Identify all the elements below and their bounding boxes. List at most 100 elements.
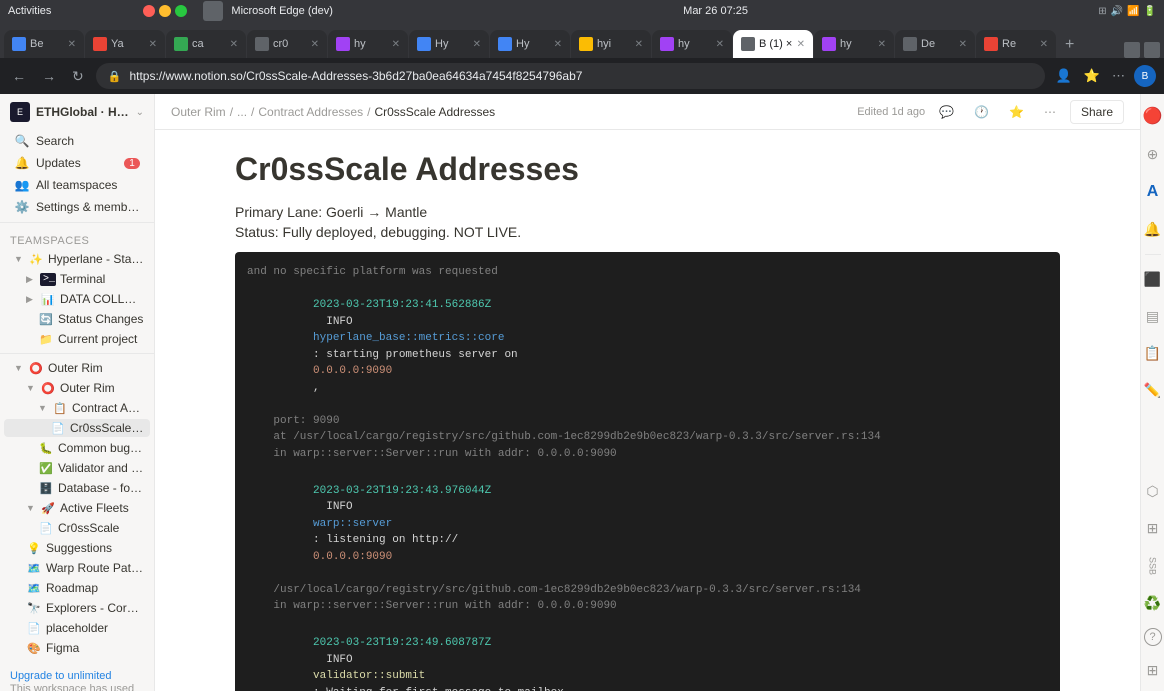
rp-icon-grid[interactable]: ⊞ [1143,658,1163,683]
terminal-line-3: at /usr/local/cargo/registry/src/github.… [247,429,1048,446]
tab-10[interactable]: hy✕ [814,30,894,58]
tree-terminal[interactable]: ▶ >_ Terminal [4,270,150,288]
tree-current-project[interactable]: 📁 Current project [4,330,150,348]
tree-suggestions[interactable]: 💡 Suggestions [4,539,150,557]
breadcrumb-outer-rim[interactable]: Outer Rim [171,105,226,119]
tree-active-fleets[interactable]: ▼ 🚀 Active Fleets [4,499,150,517]
rp-icon-5[interactable]: ⬛ [1140,267,1164,292]
tree-arrow-hyperlane[interactable]: ▼ [14,254,24,264]
favorites-button[interactable]: ⭐ [1081,65,1103,87]
comment-button[interactable]: 💬 [933,101,960,123]
tab-6[interactable]: Hy✕ [490,30,570,58]
tree-arrow-contracts[interactable]: ▼ [38,403,48,413]
address-bar[interactable]: 🔒 https://www.notion.so/Cr0ssScale-Addre… [96,63,1045,89]
refresh-button[interactable]: ↻ [68,64,88,89]
tree-cr0ss-scale[interactable]: 📄 Cr0ssScale Addre... [4,419,150,437]
tab-1[interactable]: Ya✕ [85,30,165,58]
tab-0[interactable]: Be✕ [4,30,84,58]
tab-5[interactable]: Hy✕ [409,30,489,58]
tree-label-database: Database - for Deplo... [58,481,144,495]
tree-status-changes[interactable]: 🔄 Status Changes [4,310,150,328]
tree-arrow-fleets[interactable]: ▼ [26,503,36,513]
more-button[interactable]: ⋯ [1038,101,1062,123]
profile-button[interactable]: 👤 [1053,65,1075,87]
upgrade-section: Upgrade to unlimited This workspace has … [0,658,154,691]
tree-placeholder[interactable]: 📄 placeholder [4,619,150,637]
tree-hyperlane[interactable]: ▼ ✨ Hyperlane - Starlight ... [4,250,150,268]
rp-icon-11[interactable]: ♻️ [1140,591,1164,616]
rp-icon-2[interactable]: ⊕ [1143,142,1163,167]
tree-figma[interactable]: 🎨 Figma [4,639,150,657]
sidebar-item-updates[interactable]: 🔔 Updates 1 [4,153,150,173]
header-actions: Edited 1d ago 💬 🕐 ⭐ ⋯ Share [857,100,1124,124]
sidebar-item-settings[interactable]: ⚙️ Settings & members [4,197,150,217]
tree-arrow-terminal[interactable]: ▶ [26,274,36,285]
tree-label-validator: Validator and Relayer... [58,461,144,475]
workspace-icon: E [10,102,30,122]
upgrade-unlimited-link[interactable]: Upgrade to unlimited [10,670,144,682]
favorite-button[interactable]: ⭐ [1003,101,1030,123]
tree-label-contracts: Contract Addresses [72,401,144,415]
tree-database[interactable]: 🗄️ Database - for Deplo... [4,479,150,497]
rp-icon-4[interactable]: 🔔 [1140,217,1164,242]
tab-4[interactable]: hy✕ [328,30,408,58]
tree-warp[interactable]: 🗺️ Warp Route Pathfinder [4,559,150,577]
tree-outer-rim-child[interactable]: ▼ ⭕ Outer Rim [4,379,150,397]
back-button[interactable]: ← [8,64,30,88]
activities-label[interactable]: Activities [8,5,51,17]
tab-7[interactable]: hyi✕ [571,30,651,58]
rp-icon-help[interactable]: ? [1144,628,1162,646]
tab-3[interactable]: cr0✕ [247,30,327,58]
tree-contract-addresses[interactable]: ▼ 📋 Contract Addresses [4,399,150,417]
rp-icon-8[interactable]: ✏️ [1140,378,1164,403]
tree-bugs[interactable]: 🐛 Common bugs and is... [4,439,150,457]
main-content: Outer Rim / ... / Contract Addresses / C… [155,94,1140,691]
tab-9-active[interactable]: B (1) ×✕ [733,30,813,58]
tree-cr0ss-scale-child[interactable]: 📄 Cr0ssScale [4,519,150,537]
forward-button[interactable]: → [38,64,60,88]
tree-data-collection[interactable]: ▶ 📊 DATA COLLECTION [4,290,150,308]
tab-8[interactable]: hy✕ [652,30,732,58]
lock-icon: 🔒 [108,70,122,83]
rp-icon-7[interactable]: 📋 [1140,341,1164,366]
sys-icon-3: 📶 [1127,6,1139,17]
share-button[interactable]: Share [1070,100,1124,124]
tree-explorers[interactable]: 🔭 Explorers - Core & Ri... [4,599,150,617]
tree-roadmap[interactable]: 🗺️ Roadmap [4,579,150,597]
tab-2[interactable]: ca✕ [166,30,246,58]
settings-button[interactable]: ⋯ [1109,65,1128,87]
title-bar: Activities Microsoft Edge (dev) Mar 26 0… [0,0,1164,22]
breadcrumb-current: Cr0ssScale Addresses [374,105,495,119]
tree-outer-rim-root[interactable]: ▼ ⭕ Outer Rim [4,359,150,377]
rp-icon-6[interactable]: ▤ [1142,304,1163,329]
rp-icon-9[interactable]: ⬡ [1142,479,1162,504]
tree-icon-suggestions: 💡 [26,542,42,555]
breadcrumb-ellipsis[interactable]: ... [237,105,247,119]
breadcrumb-contract-addresses[interactable]: Contract Addresses [258,105,363,119]
tree-label-roadmap: Roadmap [46,581,144,595]
tree-arrow-outer-rim-child[interactable]: ▼ [26,383,36,393]
terminal-line-4: in warp::server::Server::run with addr: … [247,446,1048,463]
tree-icon-cr0ss: 📄 [50,422,66,435]
workspace-header[interactable]: E ETHGlobal · Hyperlane ⌄ [0,94,154,130]
tab-12[interactable]: Re✕ [976,30,1056,58]
rp-icon-10[interactable]: ⊞ [1143,516,1163,541]
tab-11[interactable]: De✕ [895,30,975,58]
history-button[interactable]: 🕐 [968,101,995,123]
sidebar-item-search[interactable]: 🔍 Search [4,131,150,151]
new-tab-button[interactable]: + [1057,32,1082,58]
primary-lane-text: Primary Lane: Goerli → Mantle [235,204,1060,220]
sidebar-item-teamspaces[interactable]: 👥 All teamspaces [4,175,150,195]
edge-profile[interactable]: B [1134,65,1156,87]
tree-validator[interactable]: ✅ Validator and Relayer... [4,459,150,477]
url-text: https://www.notion.so/Cr0ssScale-Address… [129,69,1032,83]
page-header-bar: Outer Rim / ... / Contract Addresses / C… [155,94,1140,130]
page-body: Cr0ssScale Addresses Primary Lane: Goerl… [155,130,1140,691]
tree-arrow-outer-rim[interactable]: ▼ [14,363,24,373]
rp-icon-1[interactable]: 🔴 [1139,102,1164,130]
upgrade-usage-text: This workspace has used 646 of its 1000 … [10,682,144,691]
teamspaces-icon: 👥 [14,178,30,192]
rp-icon-3[interactable]: A [1143,179,1163,205]
tree-arrow-data[interactable]: ▶ [26,294,36,305]
search-icon: 🔍 [14,134,30,148]
